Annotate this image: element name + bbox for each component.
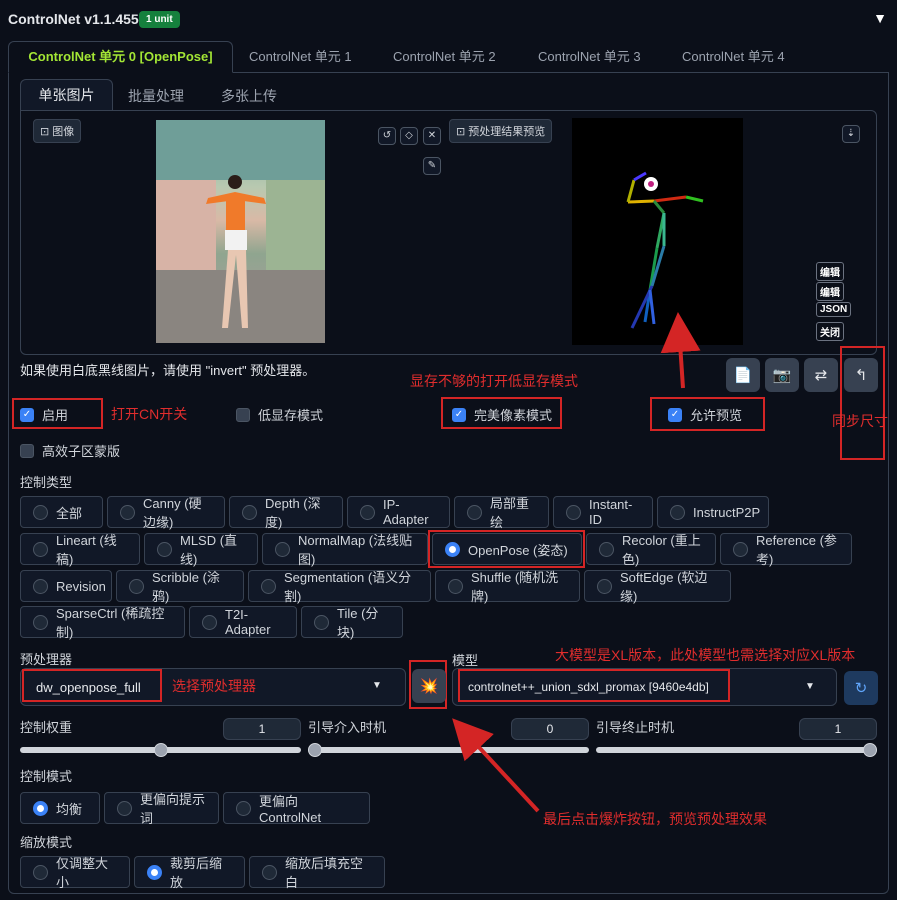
arrow-to-explode xyxy=(452,718,540,813)
arrow-to-preview xyxy=(660,312,701,389)
annotation-arrows xyxy=(452,312,701,813)
